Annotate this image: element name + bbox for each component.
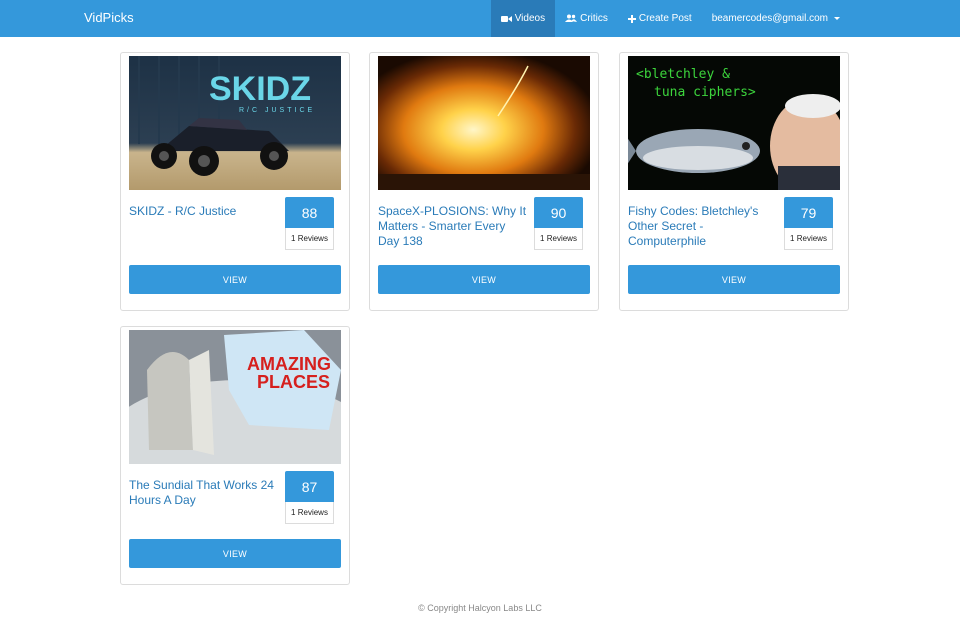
user-email: beamercodes@gmail.com bbox=[711, 13, 828, 24]
video-thumbnail[interactable] bbox=[378, 56, 590, 190]
svg-text:R/C JUSTICE: R/C JUSTICE bbox=[239, 107, 315, 114]
score-box: 87 1 Reviews bbox=[285, 471, 334, 524]
nav-critics[interactable]: Critics bbox=[555, 0, 618, 37]
view-button[interactable]: VIEW bbox=[628, 265, 840, 294]
footer-copyright: © Copyright Halcyon Labs LLC bbox=[418, 603, 542, 613]
svg-text:<bletchley &: <bletchley & bbox=[636, 67, 730, 82]
brand-logo[interactable]: VidPicks bbox=[84, 10, 134, 25]
view-button[interactable]: VIEW bbox=[129, 539, 341, 568]
svg-text:PLACES: PLACES bbox=[257, 372, 330, 392]
svg-text:SKIDZ: SKIDZ bbox=[209, 70, 311, 108]
video-thumbnail[interactable]: <bletchley & tuna ciphers> bbox=[628, 56, 840, 190]
review-count: 1 Reviews bbox=[534, 228, 583, 250]
svg-text:tuna ciphers>: tuna ciphers> bbox=[654, 85, 756, 100]
svg-text:AMAZING: AMAZING bbox=[247, 354, 331, 374]
video-card: <bletchley & tuna ciphers> Fishy Codes: … bbox=[619, 52, 849, 311]
score-value: 87 bbox=[285, 471, 334, 502]
score-box: 79 1 Reviews bbox=[784, 197, 833, 250]
nav-videos-label: Videos bbox=[514, 13, 546, 24]
plus-icon bbox=[627, 14, 636, 23]
video-card: SKIDZ R/C JUSTICE SKIDZ - R/C Justice 88… bbox=[120, 52, 350, 311]
user-dropdown[interactable]: beamercodes@gmail.com bbox=[702, 0, 960, 37]
score-value: 79 bbox=[784, 197, 833, 228]
score-box: 88 1 Reviews bbox=[285, 197, 334, 250]
nav-videos[interactable]: Videos bbox=[490, 0, 556, 37]
video-title[interactable]: SpaceX-PLOSIONS: Why It Matters - Smarte… bbox=[378, 204, 528, 249]
score-value: 90 bbox=[534, 197, 583, 228]
video-thumbnail[interactable]: SKIDZ R/C JUSTICE bbox=[129, 56, 341, 190]
nav-create-post-label: Create Post bbox=[638, 13, 692, 24]
video-card: AMAZING PLACES The Sundial That Works 24… bbox=[120, 326, 350, 585]
nav-critics-label: Critics bbox=[580, 13, 608, 24]
video-title[interactable]: The Sundial That Works 24 Hours A Day bbox=[129, 478, 279, 508]
view-button[interactable]: VIEW bbox=[378, 265, 590, 294]
score-box: 90 1 Reviews bbox=[534, 197, 583, 250]
video-camera-icon bbox=[500, 15, 512, 22]
review-count: 1 Reviews bbox=[784, 228, 833, 250]
video-title[interactable]: SKIDZ - R/C Justice bbox=[129, 204, 279, 219]
score-value: 88 bbox=[285, 197, 334, 228]
review-count: 1 Reviews bbox=[285, 502, 334, 524]
view-button[interactable]: VIEW bbox=[129, 265, 341, 294]
review-count: 1 Reviews bbox=[285, 228, 334, 250]
video-card: SpaceX-PLOSIONS: Why It Matters - Smarte… bbox=[369, 52, 599, 311]
video-title[interactable]: Fishy Codes: Bletchley's Other Secret - … bbox=[628, 204, 778, 249]
caret-down-icon bbox=[834, 17, 840, 20]
nav-create-post[interactable]: Create Post bbox=[618, 0, 702, 37]
video-thumbnail[interactable]: AMAZING PLACES bbox=[129, 330, 341, 464]
navbar: VidPicks Videos Critics Create Post beam… bbox=[0, 0, 960, 37]
nav-menu: Videos Critics Create Post beamercodes@g… bbox=[490, 0, 960, 37]
users-icon bbox=[565, 14, 578, 22]
